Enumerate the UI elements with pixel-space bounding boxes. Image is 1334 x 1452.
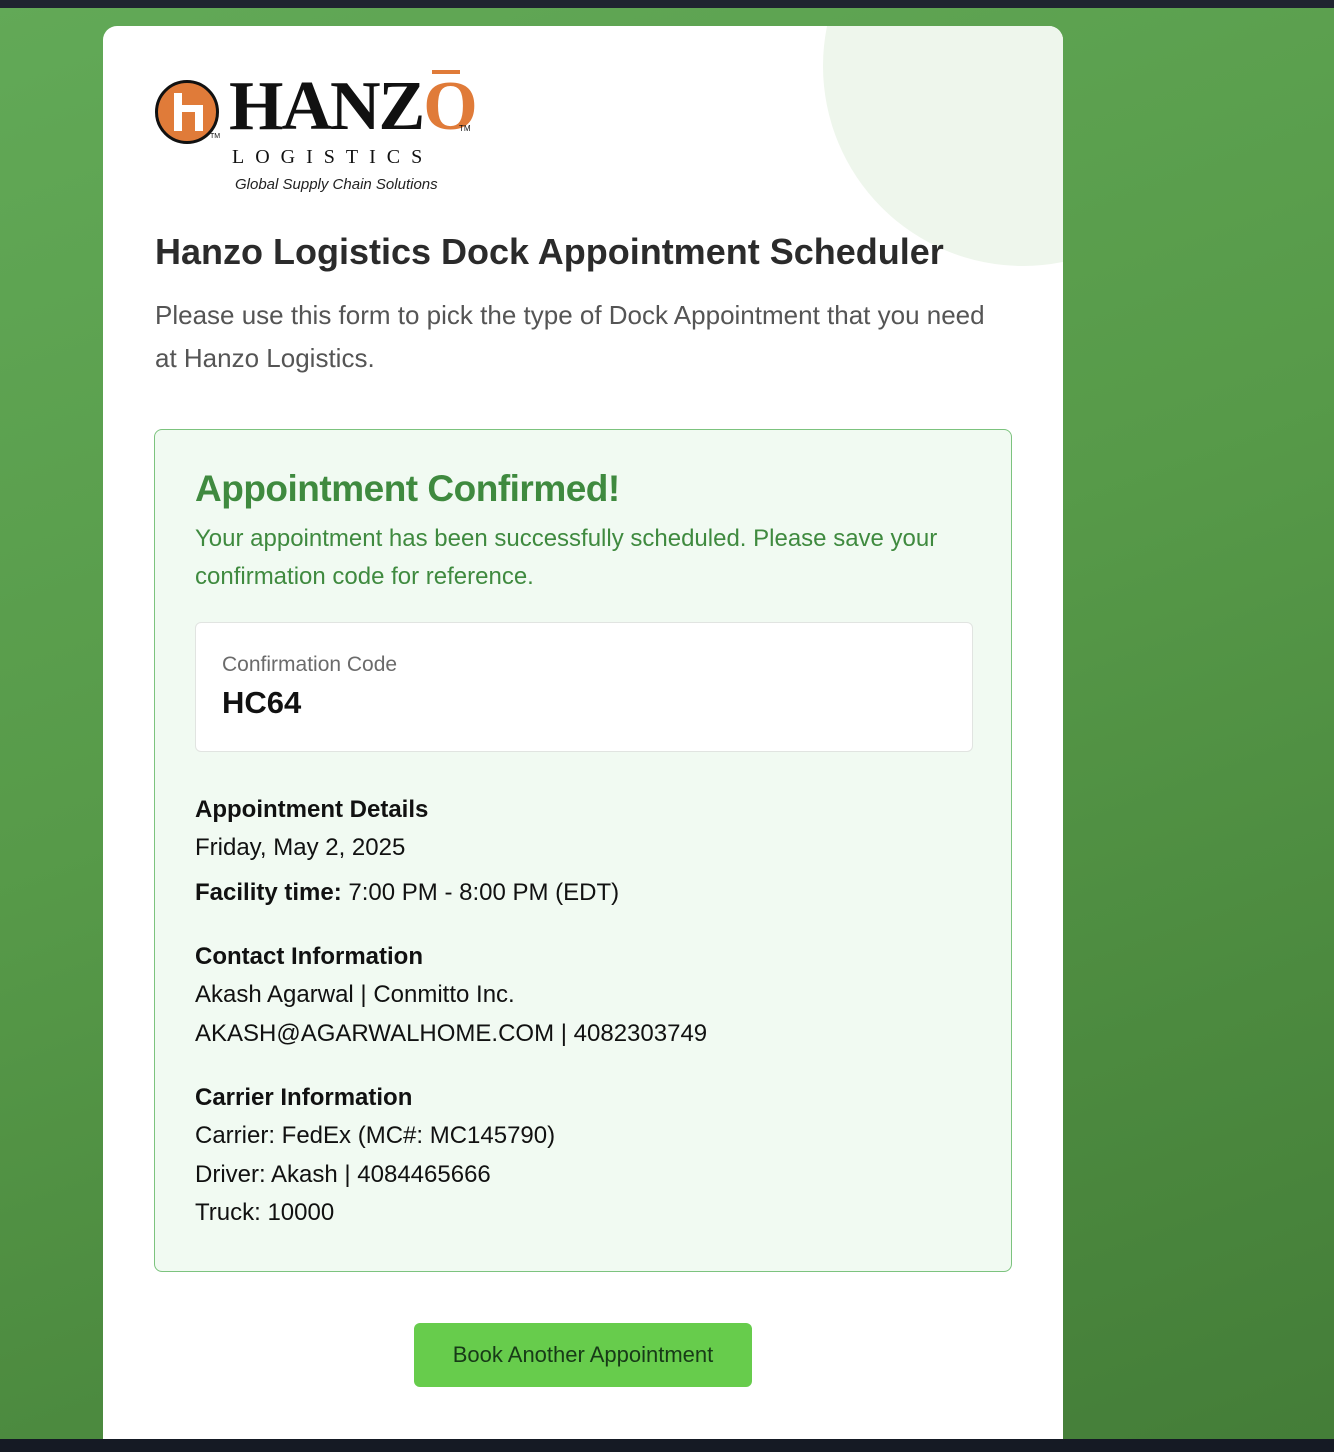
contact-email-phone: AKASH@AGARWALHOME.COM | 4082303749 bbox=[195, 1020, 708, 1047]
facility-time-row: Facility time: 7:00 PM - 8:00 PM (EDT) bbox=[195, 879, 619, 907]
appointment-date: Friday, May 2, 2025 bbox=[195, 834, 406, 861]
logo-wordmark: HANZO bbox=[229, 68, 478, 145]
logo-tagline: Global Supply Chain Solutions bbox=[235, 176, 438, 193]
facility-time-value: 7:00 PM - 8:00 PM (EDT) bbox=[348, 879, 620, 906]
browser-top-edge bbox=[0, 0, 1334, 8]
truck-info: Truck: 10000 bbox=[195, 1199, 335, 1226]
browser-bottom-edge bbox=[0, 1439, 1334, 1452]
logo-subtitle: LOGISTICS bbox=[232, 146, 434, 168]
confirmation-code-value: HC64 bbox=[222, 685, 302, 720]
logo-trademark: TM bbox=[210, 133, 221, 140]
facility-time-label: Facility time: bbox=[195, 879, 342, 906]
contact-name-company: Akash Agarwal | Conmitto Inc. bbox=[195, 981, 515, 1008]
logo-trademark: TM bbox=[459, 124, 471, 133]
confirmation-panel: Appointment Confirmed! Your appointment … bbox=[154, 429, 1012, 1272]
decorative-circle bbox=[823, 26, 1063, 266]
confirmation-message: Your appointment has been successfully s… bbox=[195, 525, 938, 590]
intro-text: Please use this form to pick the type of… bbox=[155, 300, 985, 373]
carrier-information-heading: Carrier Information bbox=[195, 1084, 413, 1111]
driver-info: Driver: Akash | 4084465666 bbox=[195, 1161, 491, 1188]
carrier-name: Carrier: FedEx (MC#: MC145790) bbox=[195, 1122, 556, 1149]
scheduler-card: TM HANZO TM LOGISTICS Global Supply Chai… bbox=[103, 26, 1063, 1439]
confirmation-title: Appointment Confirmed! bbox=[195, 468, 620, 509]
confirmation-code-box: Confirmation Code HC64 bbox=[195, 622, 973, 752]
contact-information-heading: Contact Information bbox=[195, 943, 423, 970]
appointment-details-heading: Appointment Details bbox=[195, 796, 429, 823]
confirmation-code-label: Confirmation Code bbox=[222, 653, 398, 676]
book-another-appointment-button[interactable]: Book Another Appointment bbox=[414, 1323, 752, 1387]
hanzo-logo: TM HANZO TM LOGISTICS Global Supply Chai… bbox=[153, 72, 483, 201]
page-title: Hanzo Logistics Dock Appointment Schedul… bbox=[155, 231, 944, 272]
